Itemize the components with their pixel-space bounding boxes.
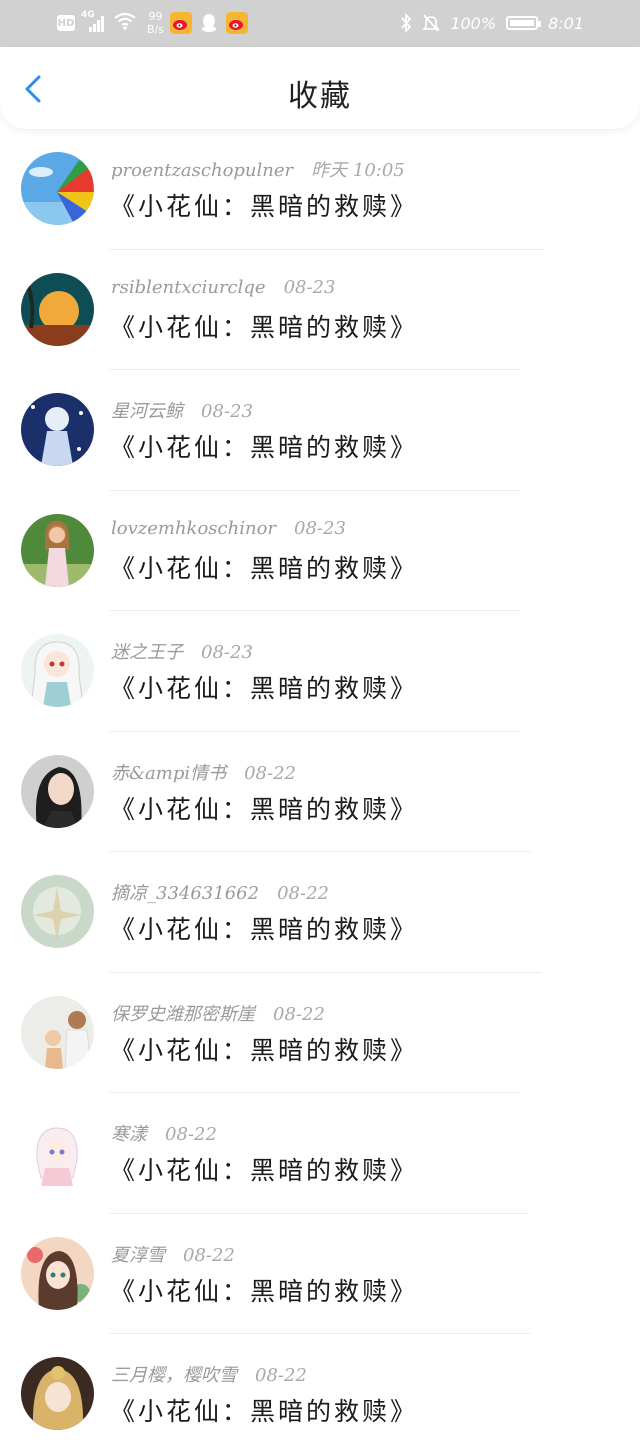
username[interactable]: lovzemhkoschinor [111, 518, 276, 539]
bluetooth-icon [401, 13, 412, 33]
username[interactable]: 摘凉_334631662 [111, 883, 259, 904]
page-title: 收藏 [288, 79, 352, 114]
avatar [21, 393, 94, 466]
favorite-title: 《小花仙：黑暗的救赎》 [110, 553, 419, 583]
item-meta: lovzemhkoschinor 08-23 [111, 518, 346, 539]
item-meta: 三月樱，樱吹雪 08-22 [111, 1361, 307, 1387]
favorite-title: 《小花仙：黑暗的救赎》 [110, 312, 419, 342]
item-meta: 夏淳雪 08-22 [111, 1241, 235, 1267]
timestamp: 08-23 [201, 401, 253, 422]
mute-icon [422, 14, 441, 32]
list-item[interactable]: 寒漾 08-22 《小花仙：黑暗的救赎》 [0, 1093, 640, 1214]
favorite-title: 《小花仙：黑暗的救赎》 [110, 1035, 419, 1065]
item-meta: 星河云鲸 08-23 [111, 397, 253, 423]
status-bar: HD 4G 99 B/s 100% 8:01 [0, 0, 640, 47]
username[interactable]: 迷之王子 [111, 642, 183, 663]
network-speed-unit: B/s [147, 23, 164, 36]
username[interactable]: 保罗史潍那密斯崖 [111, 1004, 255, 1025]
network-speed-value: 99 [148, 10, 163, 23]
timestamp: 昨天 10:05 [311, 160, 405, 181]
timestamp: 08-22 [273, 1003, 325, 1025]
favorite-title: 《小花仙：黑暗的救赎》 [110, 915, 419, 944]
username[interactable]: rsiblentxciurclqe [111, 277, 266, 298]
item-meta: 寒漾 08-22 [111, 1120, 217, 1146]
list-item[interactable]: rsiblentxciurclqe 08-23 《小花仙：黑暗的救赎》 [0, 250, 640, 370]
status-bar-left: HD 4G 99 B/s [57, 10, 248, 36]
timestamp: 08-22 [255, 1365, 307, 1386]
qq-icon [198, 12, 220, 34]
list-item[interactable]: 保罗史潍那密斯崖 08-22 《小花仙：黑暗的救赎》 [0, 973, 640, 1093]
item-meta: 保罗史潍那密斯崖 08-22 [111, 1000, 325, 1026]
avatar [21, 513, 94, 587]
list-item[interactable]: proentzaschopulner 昨天 10:05 《小花仙：黑暗的救赎》 [0, 129, 640, 250]
username[interactable]: proentzaschopulner [111, 160, 293, 181]
item-meta: 摘凉_334631662 08-22 [111, 879, 329, 905]
list-item[interactable]: 赤&ampi情书 08-22 《小花仙：黑暗的救赎》 [0, 732, 640, 852]
top-navigation-bar: 收藏 [0, 47, 640, 129]
clock-time: 8:01 [548, 13, 584, 33]
avatar [21, 152, 94, 225]
avatar [21, 995, 94, 1069]
favorites-list: proentzaschopulner 昨天 10:05 《小花仙：黑暗的救赎》 r… [0, 129, 640, 1455]
timestamp: 08-22 [277, 883, 329, 904]
username[interactable]: 赤&ampi情书 [111, 763, 226, 784]
avatar [21, 634, 94, 707]
favorite-title: 《小花仙：黑暗的救赎》 [110, 1156, 419, 1185]
favorite-title: 《小花仙：黑暗的救赎》 [110, 794, 419, 824]
favorite-title: 《小花仙：黑暗的救赎》 [110, 674, 419, 703]
username[interactable]: 星河云鲸 [111, 401, 183, 422]
weibo-icon [169, 12, 192, 34]
avatar [21, 754, 94, 828]
username[interactable]: 三月樱，樱吹雪 [111, 1365, 237, 1386]
item-meta: 赤&ampi情书 08-22 [111, 759, 296, 785]
wifi-icon [113, 11, 137, 35]
network-speed: 99 B/s [147, 10, 164, 36]
timestamp: 08-23 [201, 642, 253, 663]
list-item[interactable]: 星河云鲸 08-23 《小花仙：黑暗的救赎》 [0, 370, 640, 491]
favorite-title: 《小花仙：黑暗的救赎》 [110, 192, 419, 221]
list-item[interactable]: 夏淳雪 08-22 《小花仙：黑暗的救赎》 [0, 1214, 640, 1334]
hd-icon: HD [57, 15, 75, 31]
list-item[interactable]: 迷之王子 08-23 《小花仙：黑暗的救赎》 [0, 611, 640, 732]
item-meta: 迷之王子 08-23 [111, 638, 253, 664]
signal-icon: 4G [81, 10, 107, 33]
avatar [21, 272, 94, 346]
battery-icon [506, 16, 542, 30]
timestamp: 08-23 [294, 517, 346, 539]
timestamp: 08-22 [165, 1124, 217, 1145]
weibo-icon [225, 12, 248, 34]
favorite-title: 《小花仙：黑暗的救赎》 [110, 1397, 419, 1426]
favorite-title: 《小花仙：黑暗的救赎》 [110, 433, 419, 462]
list-item[interactable]: 三月樱，樱吹雪 08-22 《小花仙：黑暗的救赎》 [0, 1334, 640, 1455]
avatar [21, 1236, 94, 1310]
list-item[interactable]: lovzemhkoschinor 08-23 《小花仙：黑暗的救赎》 [0, 491, 640, 611]
list-item[interactable]: 摘凉_334631662 08-22 《小花仙：黑暗的救赎》 [0, 852, 640, 973]
timestamp: 08-22 [244, 762, 296, 784]
username[interactable]: 寒漾 [111, 1124, 147, 1145]
item-meta: rsiblentxciurclqe 08-23 [111, 277, 335, 298]
timestamp: 08-22 [183, 1244, 235, 1266]
avatar [21, 1116, 94, 1189]
item-meta: proentzaschopulner 昨天 10:05 [111, 156, 405, 182]
status-bar-right: 100% 8:01 [400, 10, 584, 36]
avatar [21, 875, 94, 948]
timestamp: 08-23 [283, 276, 336, 298]
battery-percentage: 100% [450, 13, 497, 33]
favorite-title: 《小花仙：黑暗的救赎》 [110, 1276, 419, 1306]
username[interactable]: 夏淳雪 [111, 1245, 165, 1266]
avatar [21, 1357, 94, 1430]
